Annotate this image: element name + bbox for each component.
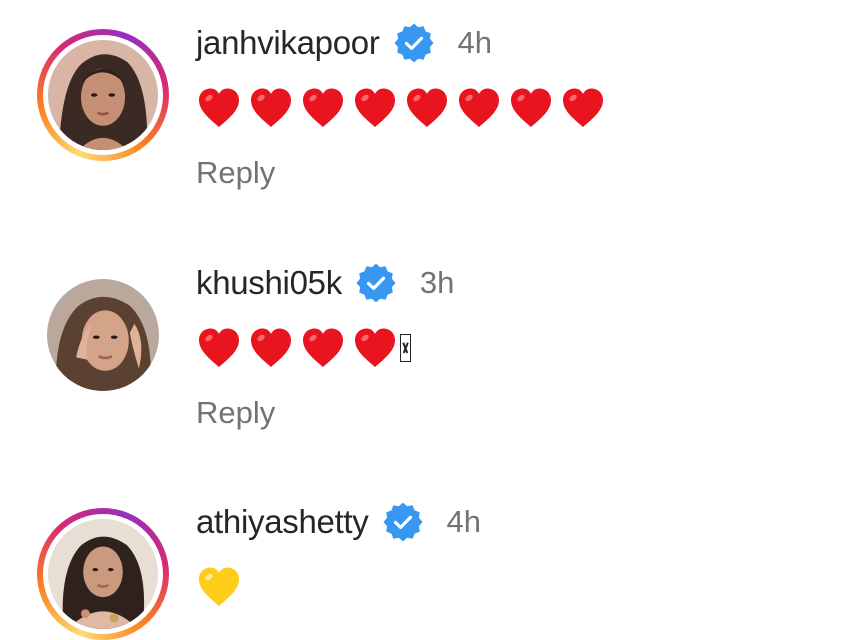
story-ring-avatar[interactable] <box>37 29 169 161</box>
comment-header: khushi05k 3h <box>196 263 454 303</box>
yellow-heart-icon <box>196 564 242 610</box>
avatar <box>48 519 158 629</box>
story-ring-avatar[interactable] <box>37 508 169 640</box>
red-heart-icon <box>196 85 242 131</box>
red-heart-icon <box>352 325 398 371</box>
avatar <box>47 279 159 391</box>
red-heart-icon <box>300 85 346 131</box>
comment-header: athiyashetty 4h <box>196 502 481 542</box>
avatar-portrait-icon <box>47 279 159 391</box>
reply-button[interactable]: Reply <box>196 155 275 191</box>
red-heart-icon <box>508 85 554 131</box>
avatar-portrait-icon <box>48 40 158 150</box>
comment-timestamp: 4h <box>457 25 493 60</box>
comment-text <box>196 562 248 612</box>
red-heart-icon <box>560 85 606 131</box>
username[interactable]: athiyashetty <box>196 503 369 541</box>
comment-timestamp: 3h <box>419 265 455 300</box>
username[interactable]: khushi05k <box>196 264 342 302</box>
red-heart-icon <box>456 85 502 131</box>
red-heart-icon <box>300 325 346 371</box>
verified-badge-icon <box>356 263 396 303</box>
reply-button[interactable]: Reply <box>196 395 275 431</box>
comment-timestamp: 4h <box>446 504 481 539</box>
comment-text <box>196 83 612 133</box>
red-heart-icon <box>248 85 294 131</box>
red-heart-icon <box>352 85 398 131</box>
avatar-portrait-icon <box>48 519 158 629</box>
verified-badge-icon <box>383 502 423 542</box>
comment-header: janhvikapoor 4h <box>196 23 492 63</box>
red-heart-icon <box>248 325 294 371</box>
verified-badge-icon <box>394 23 434 63</box>
red-heart-icon <box>196 325 242 371</box>
red-heart-icon <box>404 85 450 131</box>
avatar-container[interactable] <box>37 269 169 401</box>
comment-text <box>196 323 411 373</box>
username[interactable]: janhvikapoor <box>196 24 380 62</box>
missing-glyph-icon <box>400 334 411 362</box>
avatar <box>48 40 158 150</box>
